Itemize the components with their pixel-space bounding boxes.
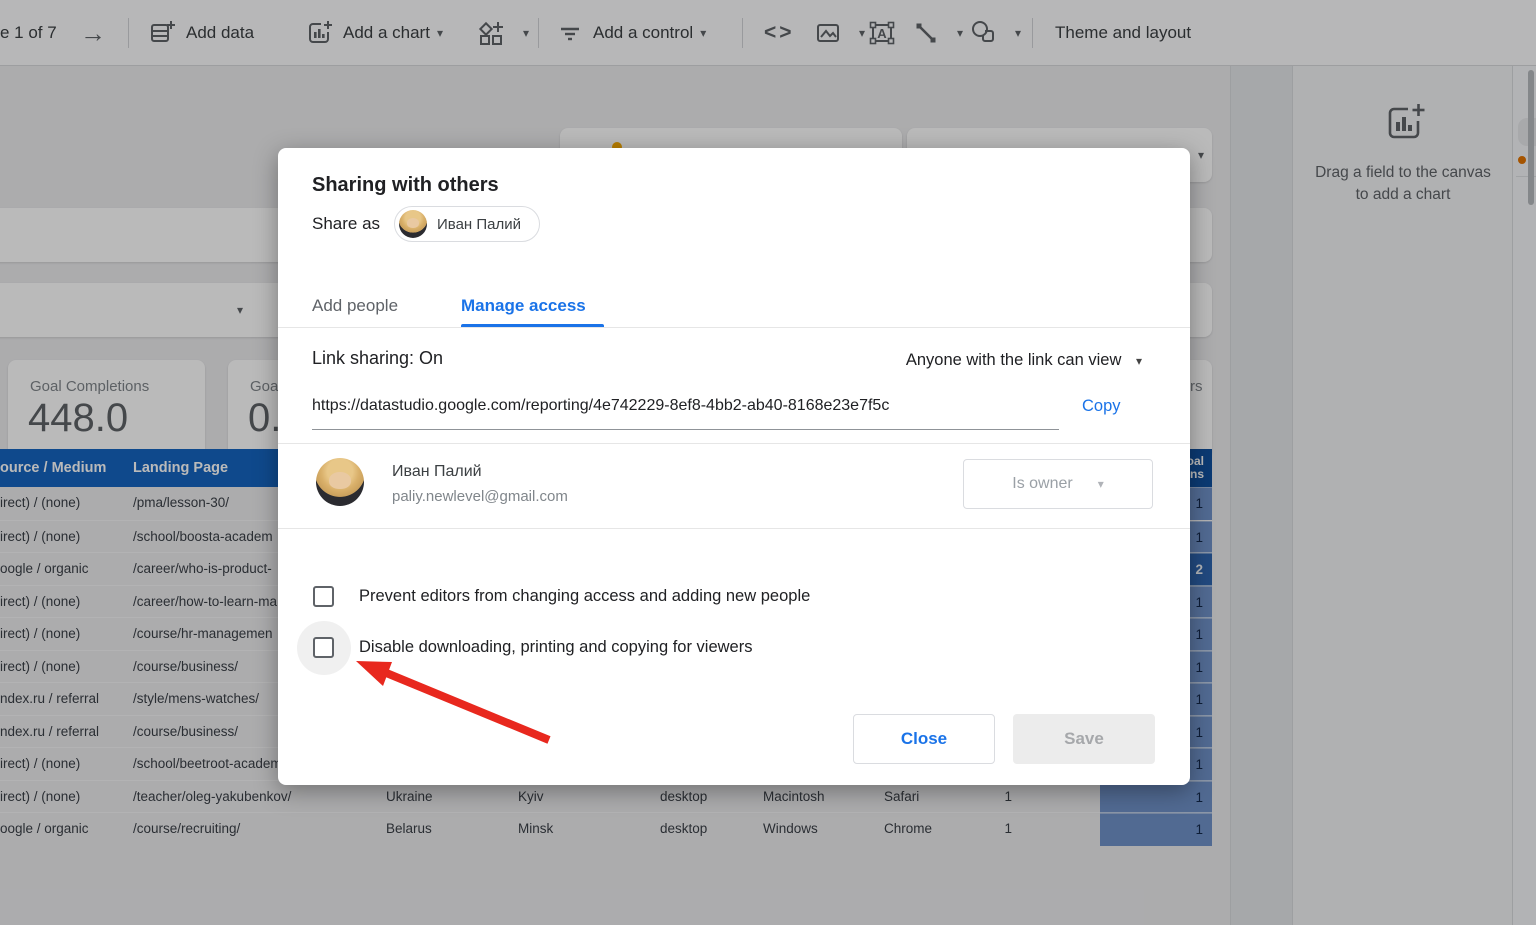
divider xyxy=(278,528,1190,529)
sharing-dialog: Sharing with others Share as Иван Палий … xyxy=(278,148,1190,785)
dialog-title: Sharing with others xyxy=(312,174,499,197)
save-button[interactable]: Save xyxy=(1013,714,1155,764)
link-sharing-status: Link sharing: On xyxy=(312,348,443,369)
link-permission-value: Anyone with the link can view xyxy=(906,351,1122,369)
tab-manage-access[interactable]: Manage access xyxy=(461,296,586,316)
avatar xyxy=(316,458,364,506)
share-as-name: Иван Палий xyxy=(437,216,521,233)
disable-download-checkbox[interactable] xyxy=(313,637,334,658)
share-as-chip[interactable]: Иван Палий xyxy=(394,206,540,242)
owner-role-value: Is owner xyxy=(1012,475,1072,493)
link-permission-dropdown[interactable]: Anyone with the link can view ▾ xyxy=(906,351,1142,370)
tab-add-people[interactable]: Add people xyxy=(312,296,398,316)
divider xyxy=(278,443,1190,444)
url-underline xyxy=(312,429,1059,430)
share-as-label: Share as xyxy=(312,214,380,234)
owner-name: Иван Палий xyxy=(392,463,482,481)
owner-role-dropdown[interactable]: Is owner ▾ xyxy=(963,459,1153,509)
divider xyxy=(278,327,1190,328)
close-button[interactable]: Close xyxy=(853,714,995,764)
avatar xyxy=(399,210,427,238)
copy-link-button[interactable]: Copy xyxy=(1082,397,1121,416)
owner-email: paliy.newlevel@gmail.com xyxy=(392,488,568,505)
disable-download-row: Disable downloading, printing and copyin… xyxy=(313,637,752,658)
prevent-editors-label: Prevent editors from changing access and… xyxy=(359,587,810,606)
share-url-field[interactable]: https://datastudio.google.com/reporting/… xyxy=(312,397,1059,415)
prevent-editors-checkbox[interactable] xyxy=(313,586,334,607)
chevron-down-icon: ▾ xyxy=(1098,477,1104,491)
chevron-down-icon: ▾ xyxy=(1136,354,1142,368)
datastudio-app: e 1 of 7 → Add data xyxy=(0,0,1536,925)
disable-download-label: Disable downloading, printing and copyin… xyxy=(359,638,752,657)
prevent-editors-row: Prevent editors from changing access and… xyxy=(313,586,810,607)
